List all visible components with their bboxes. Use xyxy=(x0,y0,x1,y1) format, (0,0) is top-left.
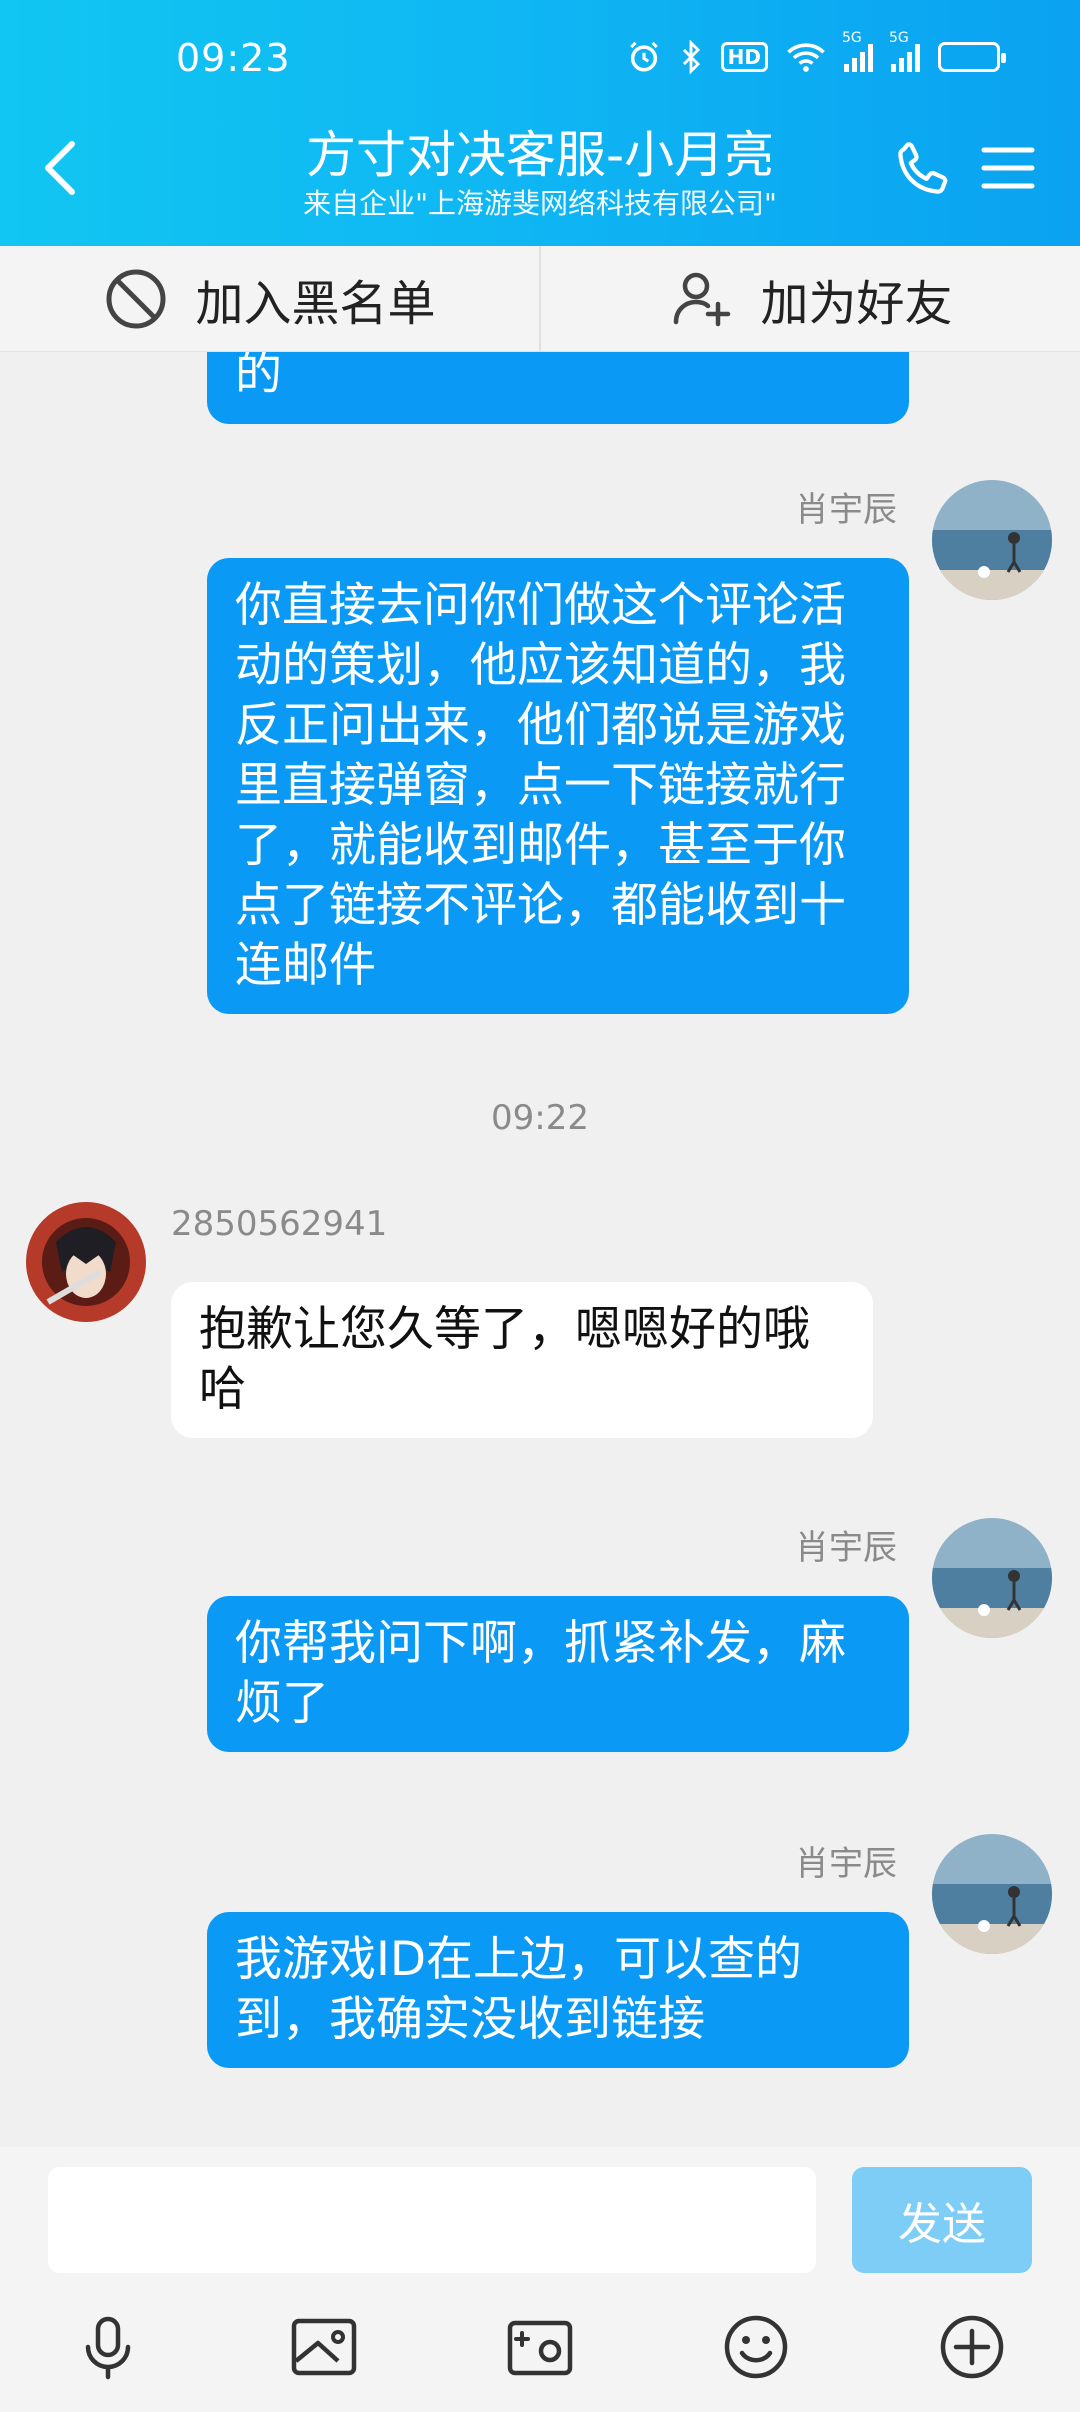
signal-5g-icon: 5G xyxy=(889,30,920,72)
message-bubble-outgoing[interactable]: 你帮我问下啊，抓紧补发，麻烦了 xyxy=(207,1596,909,1752)
message-input[interactable] xyxy=(48,2167,816,2273)
message-bubble-outgoing[interactable]: 你直接去问你们做这个评论活动的策划，他应该知道的，我反正问出来，他们都说是游戏里… xyxy=(207,558,909,1014)
bluetooth-icon xyxy=(679,40,703,74)
avatar[interactable] xyxy=(932,480,1052,600)
battery-icon xyxy=(938,42,1006,72)
microphone-icon[interactable] xyxy=(68,2307,148,2387)
avatar[interactable] xyxy=(26,1202,146,1322)
signal-5g-icon: 5G xyxy=(842,30,873,72)
send-button[interactable]: 发送 xyxy=(852,2167,1032,2273)
status-icons: HD 5G 5G xyxy=(627,30,1006,74)
avatar[interactable] xyxy=(932,1834,1052,1954)
plus-icon[interactable] xyxy=(932,2307,1012,2387)
menu-icon[interactable] xyxy=(980,140,1036,196)
input-area: 发送 xyxy=(0,2147,1080,2412)
message-list[interactable]: 的 肖宇辰 你直接去问你们做这个评论活动的策划，他应该知道的，我反正问出来，他们… xyxy=(0,352,1080,2147)
input-toolbar xyxy=(0,2307,1080,2397)
block-button[interactable]: 加入黑名单 xyxy=(0,246,539,351)
sender-name: 肖宇辰 xyxy=(795,1844,897,1884)
block-icon xyxy=(106,269,166,328)
message-bubble-incoming[interactable]: 抱歉让您久等了，嗯嗯好的哦哈 xyxy=(171,1282,873,1438)
alarm-icon xyxy=(627,40,661,74)
emoji-icon[interactable] xyxy=(716,2307,796,2387)
action-bar: 加入黑名单 加为好友 xyxy=(0,246,1080,352)
chat-header: 09:23 HD 5G 5G 方寸对决客服-小月亮 来自企业"上海游斐网络科技有… xyxy=(0,0,1080,246)
image-icon[interactable] xyxy=(284,2307,364,2387)
message-bubble-outgoing[interactable]: 的 xyxy=(207,352,909,424)
add-friend-button[interactable]: 加为好友 xyxy=(539,246,1080,351)
add-friend-label: 加为好友 xyxy=(760,275,953,332)
camera-icon[interactable] xyxy=(500,2307,580,2387)
timestamp: 09:22 xyxy=(491,1098,589,1138)
phone-icon[interactable] xyxy=(890,138,954,202)
sender-name: 肖宇辰 xyxy=(795,490,897,530)
status-time: 09:23 xyxy=(176,36,291,80)
hd-icon: HD xyxy=(720,42,768,72)
block-label: 加入黑名单 xyxy=(195,275,436,332)
sender-name: 2850562941 xyxy=(171,1204,388,1244)
message-bubble-outgoing[interactable]: 我游戏ID在上边，可以查的到，我确实没收到链接 xyxy=(207,1912,909,2068)
avatar[interactable] xyxy=(932,1518,1052,1638)
sender-name: 肖宇辰 xyxy=(795,1528,897,1568)
add-user-icon xyxy=(674,272,731,326)
wifi-icon xyxy=(786,41,826,73)
